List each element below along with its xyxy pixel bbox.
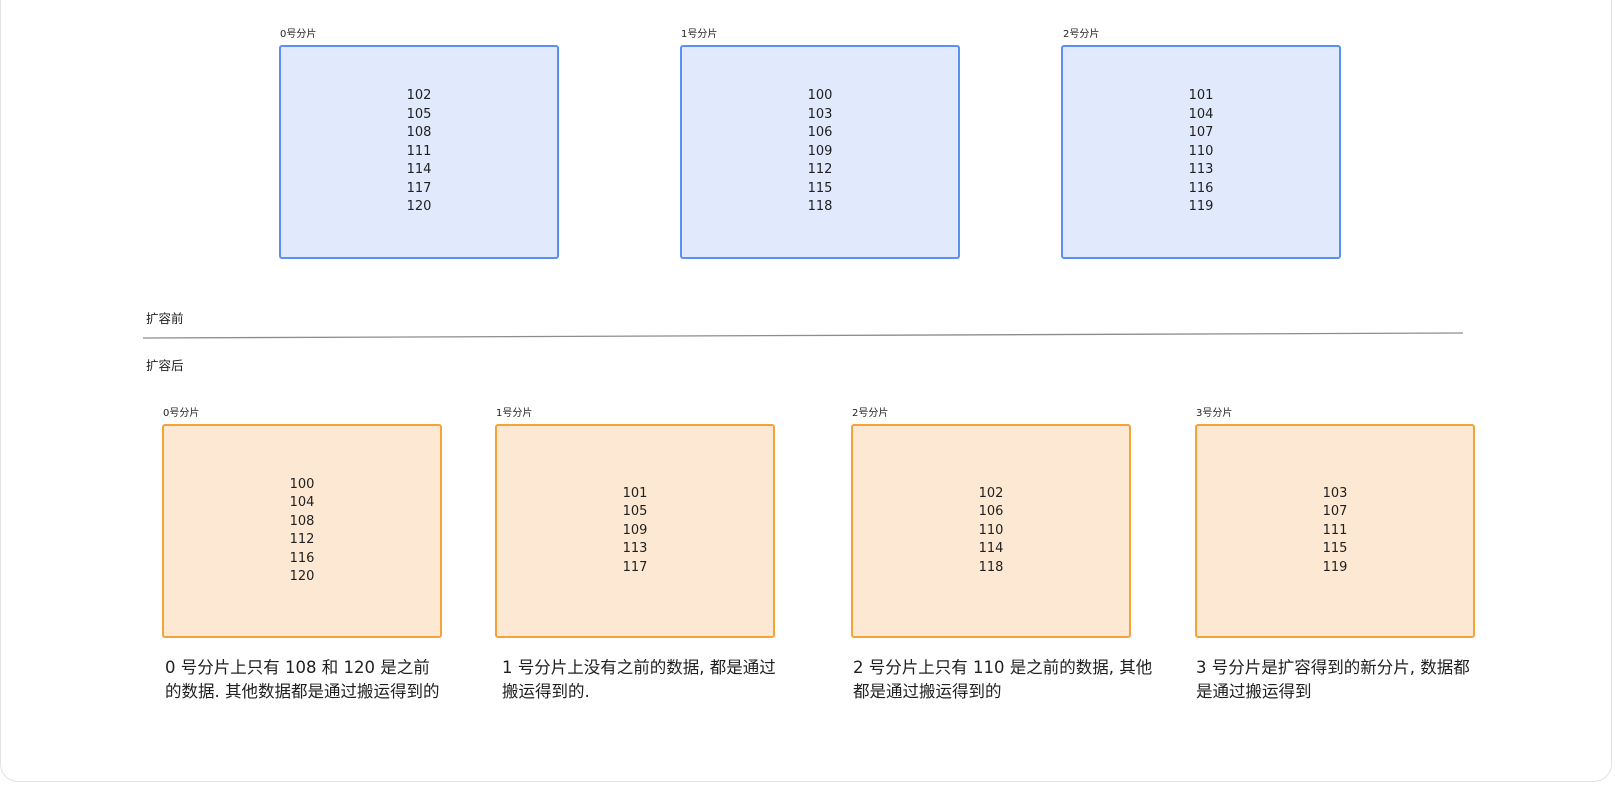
shard-value: 113 [1188,162,1214,178]
shard-value: 115 [807,180,833,196]
shard-value: 116 [1188,180,1214,196]
after-shard-0-title: 0号分片 [163,408,200,419]
shard-value: 110 [1188,143,1214,159]
after-shard-0-note: 0 号分片上只有 108 和 120 是之前的数据. 其他数据都是通过搬运得到的 [165,658,440,701]
shard-value: 119 [1322,559,1348,575]
shard-value: 112 [807,162,833,178]
after-shard-0-values: 100 104 108 112 116 120 [290,476,315,587]
shard-value: 113 [622,541,648,557]
shard-value: 105 [622,504,648,520]
shard-value: 114 [406,162,432,178]
after-shard-0-box: 100 104 108 112 116 120 [162,424,442,638]
shard-value: 111 [1322,522,1348,538]
before-shard-1-title: 1号分片 [681,29,718,40]
shard-value: 103 [1322,485,1348,501]
before-shard-1-values: 100 103 106 109 112 115 118 [808,87,833,217]
shard-value: 108 [406,125,432,141]
before-shard-2-values: 101 104 107 110 113 116 119 [1189,87,1214,217]
shard-value: 106 [978,504,1004,520]
shard-value: 117 [406,180,432,196]
shard-value: 112 [289,532,315,547]
shard-value: 102 [406,88,432,104]
after-shard-2-note: 2 号分片上只有 110 是之前的数据, 其他都是通过搬运得到的 [853,658,1153,701]
after-shard-3-values: 103 107 111 115 119 [1323,485,1348,578]
shard-value: 115 [1322,541,1348,557]
before-shard-0-title: 0号分片 [280,29,317,40]
shard-value: 101 [1188,88,1214,104]
shard-value: 109 [807,143,833,159]
shard-value: 114 [978,541,1004,557]
shard-value: 116 [289,550,315,566]
shard-value: 117 [622,559,648,575]
after-shard-3-title: 3号分片 [1196,408,1233,419]
after-shard-2-box: 102 106 110 114 118 [851,424,1131,638]
shard-value: 107 [1188,125,1214,141]
after-shard-1-box: 101 105 109 113 117 [495,424,775,638]
shard-value: 108 [289,513,315,529]
shard-value: 104 [289,495,315,510]
shard-value: 120 [289,569,315,584]
after-section-label: 扩容后 [146,358,184,373]
after-shard-1-values: 101 105 109 113 117 [623,485,648,578]
shard-value: 104 [1188,106,1214,122]
after-shard-1-title: 1号分片 [496,408,533,419]
shard-value: 109 [622,522,648,538]
before-section-label: 扩容前 [146,311,184,326]
shard-value: 120 [406,199,432,215]
shard-value: 118 [807,199,833,215]
shard-value: 106 [807,125,833,141]
shard-value: 102 [978,485,1004,501]
shard-value: 103 [807,106,833,122]
shard-value: 101 [622,485,648,501]
after-shard-1-note: 1 号分片上没有之前的数据, 都是通过搬运得到的. [502,658,776,701]
shard-value: 118 [978,559,1004,575]
shard-value: 111 [406,143,432,159]
after-shard-2-title: 2号分片 [852,408,889,419]
after-shard-2-values: 102 106 110 114 118 [979,485,1004,578]
before-shard-0-values: 102 105 108 111 114 117 120 [407,87,432,217]
shard-value: 110 [978,522,1004,538]
before-shard-0-box: 102 105 108 111 114 117 120 [279,45,559,259]
shard-value: 107 [1322,504,1348,520]
shard-value: 119 [1188,199,1214,215]
after-shard-3-note: 3 号分片是扩容得到的新分片, 数据都是通过搬运得到 [1196,658,1470,701]
before-shard-2-box: 101 104 107 110 113 116 119 [1061,45,1341,259]
before-shard-2-title: 2号分片 [1063,29,1100,40]
shard-value: 100 [289,476,315,492]
before-shard-1-box: 100 103 106 109 112 115 118 [680,45,960,259]
shard-value: 100 [807,88,833,104]
after-shard-3-box: 103 107 111 115 119 [1195,424,1475,638]
shard-value: 105 [406,106,432,122]
